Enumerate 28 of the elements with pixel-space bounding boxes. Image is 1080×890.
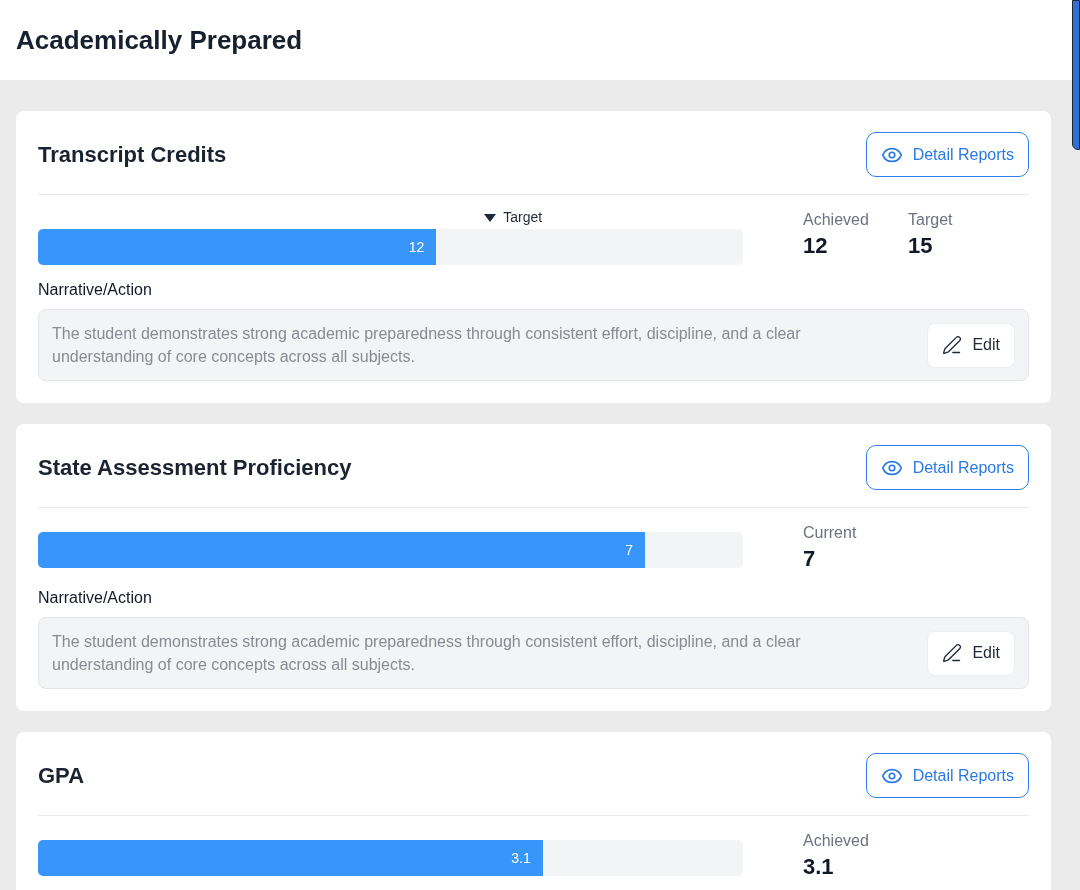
detail-reports-button[interactable]: Detail Reports [865, 132, 1029, 177]
bar-value: 3.1 [511, 848, 531, 868]
pen-icon [942, 335, 963, 355]
card-title: GPA [38, 761, 85, 790]
edit-button[interactable]: Edit [927, 322, 1015, 368]
narrative-label: Narrative/Action [38, 280, 153, 300]
detail-reports-button[interactable]: Detail Reports [865, 445, 1029, 490]
stat-label: Achieved [803, 210, 870, 230]
page-title: Academically Prepared [16, 23, 303, 57]
stat-label: Achieved [803, 831, 870, 851]
edit-button[interactable]: Edit [927, 630, 1015, 676]
detail-reports-button[interactable]: Detail Reports [865, 753, 1029, 798]
pen-icon [942, 643, 963, 663]
card-title: State Assessment Proficiency [38, 453, 352, 482]
side-panel-tab[interactable] [1072, 0, 1080, 150]
narrative-text: The student demonstrates strong academic preparedness through consistent effort, discipline, and a clear understanding of core concepts across all subjects. [52, 632, 802, 675]
target-label: Target [503, 209, 543, 226]
narrative-label: Narrative/Action [38, 588, 153, 608]
stat-label: Current [803, 523, 858, 543]
narrative-text: The student demonstrates strong academic preparedness through consistent effort, discipline, and a clear understanding of core concepts across all subjects. [52, 324, 802, 367]
stat-value: 7 [803, 545, 817, 573]
stat-label: Target [908, 210, 954, 230]
bar-value: 7 [625, 540, 633, 560]
bar-value: 12 [408, 237, 425, 257]
stat-value: 3.1 [803, 853, 835, 881]
stat-value: 15 [908, 232, 934, 260]
card-title: Transcript Credits [38, 140, 227, 169]
stat-value: 12 [803, 232, 829, 260]
